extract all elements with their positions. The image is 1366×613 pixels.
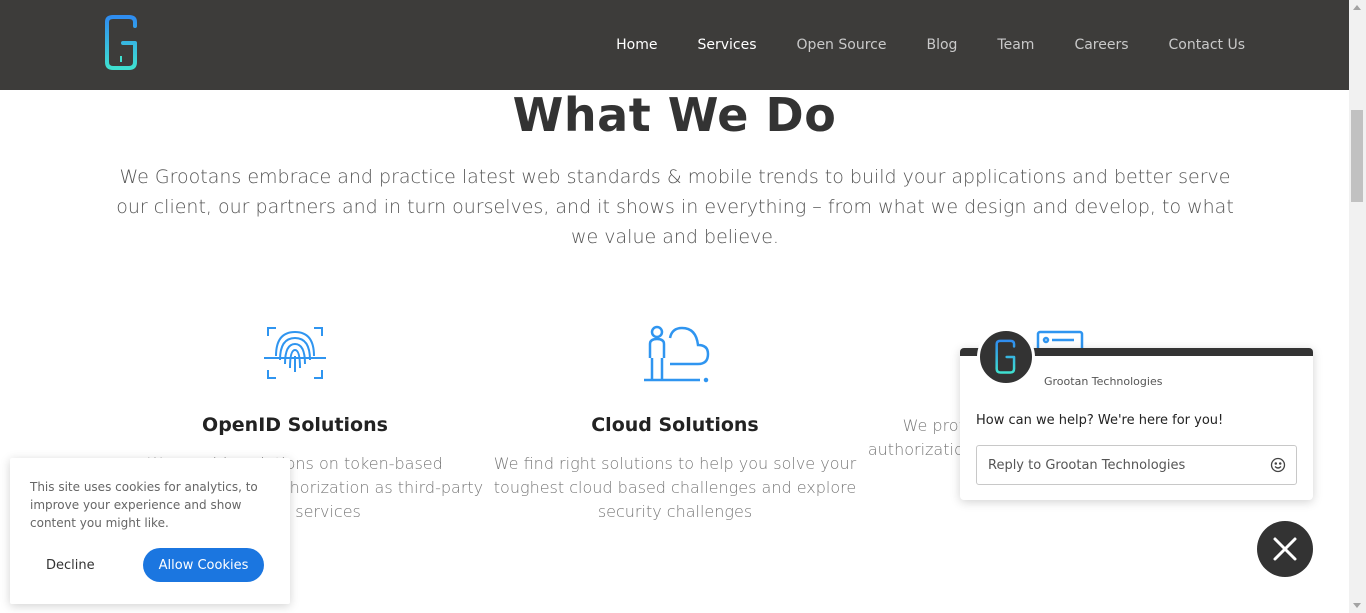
grootan-logo-icon[interactable] xyxy=(103,14,141,72)
avatar xyxy=(977,328,1035,386)
scroll-down-arrow-icon[interactable] xyxy=(1353,603,1361,608)
card-text: We find right solutions to help you solv… xyxy=(493,454,857,521)
cookie-message: This site uses cookies for analytics, to… xyxy=(30,480,258,530)
section-title: What We Do xyxy=(512,88,837,142)
grootan-logo-icon xyxy=(995,339,1016,374)
section-description: We Grootans embrace and practice latest … xyxy=(116,166,1234,248)
card-title: OpenID Solutions xyxy=(202,414,388,436)
nav-services[interactable]: Services xyxy=(697,37,756,53)
chat-close-button[interactable] xyxy=(1257,521,1313,577)
chat-reply-placeholder: Reply to Grootan Technologies xyxy=(988,457,1186,473)
fingerprint-icon xyxy=(264,327,326,379)
nav-open-source[interactable]: Open Source xyxy=(797,37,887,53)
chat-reply-input[interactable]: Reply to Grootan Technologies xyxy=(976,445,1297,485)
nav-careers[interactable]: Careers xyxy=(1074,37,1128,53)
cookie-banner: This site uses cookies for analytics, to… xyxy=(10,458,290,604)
allow-cookies-button[interactable]: Allow Cookies xyxy=(143,548,264,582)
scrollbar-thumb[interactable] xyxy=(1351,110,1363,202)
close-icon xyxy=(1273,537,1297,561)
cloud-person-icon xyxy=(644,325,710,383)
decline-cookies-button[interactable]: Decline xyxy=(30,548,130,582)
chat-company-name: Grootan Technologies xyxy=(1044,375,1163,388)
service-card-cloud: Cloud Solutions We find right solutions … xyxy=(485,318,865,524)
page-scrollbar[interactable] xyxy=(1349,0,1366,613)
nav-home[interactable]: Home xyxy=(616,37,657,53)
smiley-icon[interactable] xyxy=(1270,457,1286,473)
site-header: Home Services Open Source Blog Team Care… xyxy=(0,0,1349,90)
nav-blog[interactable]: Blog xyxy=(926,37,957,53)
chat-widget: Grootan Technologies How can we help? We… xyxy=(960,328,1313,500)
chat-greeting: How can we help? We're here for you! xyxy=(976,413,1224,428)
nav-team[interactable]: Team xyxy=(997,37,1034,53)
scroll-up-arrow-icon[interactable] xyxy=(1353,5,1361,10)
card-title: Cloud Solutions xyxy=(591,414,759,436)
nav-contact-us[interactable]: Contact Us xyxy=(1169,37,1245,53)
main-nav: Home Services Open Source Blog Team Care… xyxy=(616,0,1245,90)
